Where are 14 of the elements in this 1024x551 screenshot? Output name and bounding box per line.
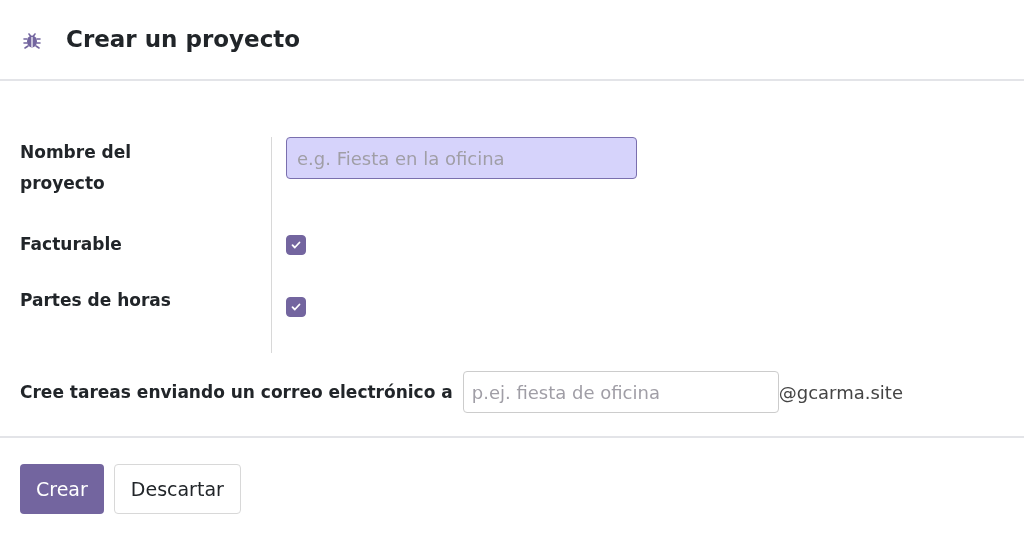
discard-button[interactable]: Descartar bbox=[113, 464, 241, 514]
checkbox[interactable] bbox=[286, 297, 306, 317]
field-label: Cree tareas enviando un correo electrónico a bbox=[20, 380, 453, 404]
dialog-title: Crear un proyecto bbox=[66, 25, 301, 55]
create-button[interactable]: Crear bbox=[20, 464, 104, 514]
check-icon bbox=[290, 301, 302, 313]
field-label: Nombre del proyecto bbox=[20, 141, 133, 195]
check-icon bbox=[290, 239, 302, 251]
email-alias-field[interactable]: p.ej. fiesta de oficina bbox=[462, 371, 779, 413]
project-name-field[interactable]: e.g. Fiesta en la oficina bbox=[286, 137, 637, 179]
checkbox[interactable] bbox=[286, 235, 306, 255]
field-label: Partes de horas bbox=[20, 289, 171, 312]
field-label: Facturable bbox=[20, 233, 122, 256]
domain-text: @gcarma.site bbox=[778, 380, 903, 405]
